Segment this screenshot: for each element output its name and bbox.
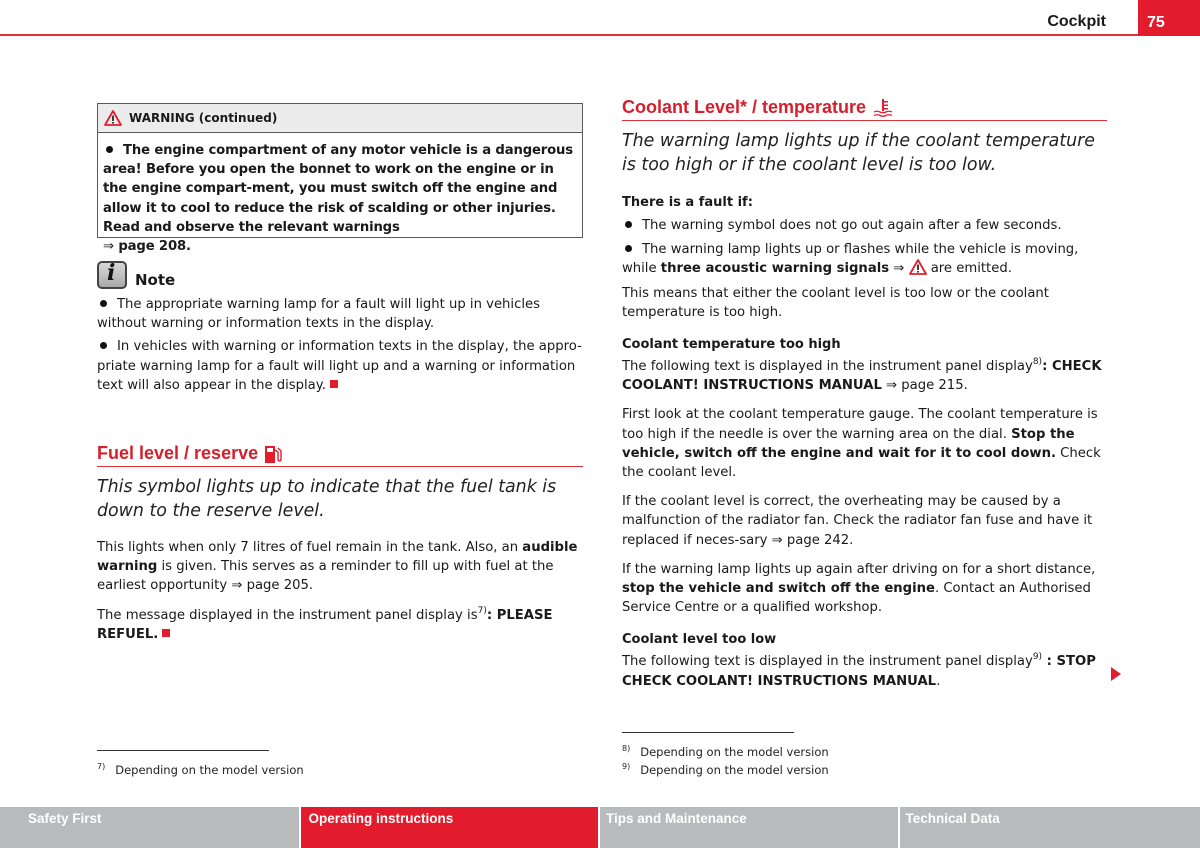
coolant-temperature-icon [873,99,893,117]
fault-item: The warning symbol does not go out again… [622,216,1107,235]
fuel-lead: This symbol lights up to indicate that t… [97,477,557,521]
warning-text: The engine compartment of any motor vehi… [103,143,573,235]
warning-header: WARNING (continued) [98,104,582,133]
bullet-icon [625,220,632,228]
footer-nav: Safety First Operating instructions Tips… [0,807,1200,848]
warning-box: WARNING (continued) The engine compartme… [97,103,583,254]
temp-high-heading: Coolant temperature too high [622,337,841,353]
temp-gauge-paragraph: First look at the coolant temperature ga… [622,407,1101,481]
level-low-heading: Coolant level too low [622,632,777,648]
footnote: 7) Depending on the model version [97,762,304,778]
arrow-icon: ⇒ [231,578,243,594]
note-item-text: The appropriate warning lamp for a fault… [97,297,540,332]
note-block: Note The appropriate warning lamp for a … [97,259,583,399]
note-list: The appropriate warning lamp for a fault… [97,295,583,395]
warning-triangle-icon[interactable] [908,259,927,276]
note-item: The appropriate warning lamp for a fault… [97,295,583,333]
fault-item: The warning lamp lights up or flashes wh… [622,242,1079,277]
temp-high-paragraph: The following text is displayed in the i… [622,357,1102,394]
note-item: In vehicles with warning or information … [97,337,583,395]
footnote-ref[interactable]: 9) [1033,652,1042,662]
bullet-icon [100,341,107,349]
end-of-section-icon [162,628,171,637]
header-rule [0,34,1200,36]
fault-list: The warning symbol does not go out again… [622,216,1107,279]
chapter-title: Cockpit [1047,13,1106,30]
fuel-section: Fuel level / reserve This symbol lights … [97,443,583,654]
page-reference-link[interactable]: page 208. [118,239,191,254]
lamp-again-paragraph: If the warning lamp lights up again afte… [622,561,1096,616]
coolant-means-paragraph: This means that either the coolant level… [622,285,1049,320]
warning-triangle-icon [104,110,122,126]
coolant-section: Coolant Level* / temperature The warning… [622,97,1107,691]
bullet-icon [625,244,632,252]
radiator-fan-paragraph: If the coolant level is correct, the ove… [622,494,1093,548]
end-of-section-icon [329,379,338,388]
page-reference-link[interactable]: page 242. [783,533,854,548]
footnote: 8) Depending on the model version [622,744,829,760]
page-reference-link[interactable]: page 215. [901,378,968,393]
footnote: 9) Depending on the model version [622,762,829,778]
note-title: Note [135,271,176,289]
page-number: 75 [1147,14,1165,31]
warning-title: WARNING (continued) [129,111,278,125]
tab-technical-data[interactable]: Technical Data [899,807,1200,848]
tab-operating-instructions[interactable]: Operating instructions [300,807,599,848]
note-item-text: In vehicles with warning or information … [97,339,582,393]
fuel-message-paragraph: The message displayed in the instrument … [97,605,553,642]
fuel-section-title: Fuel level / reserve [97,443,583,467]
fuel-paragraph: This lights when only 7 litres of fuel r… [97,540,578,594]
page-number-badge: 75 [1138,0,1200,36]
tab-safety-first[interactable]: Safety First [0,807,299,848]
tab-tips-and-maintenance[interactable]: Tips and Maintenance [600,807,898,848]
fault-heading: There is a fault if: [622,195,753,210]
bullet-icon [100,299,107,307]
warning-body: The engine compartment of any motor vehi… [98,133,582,256]
level-low-paragraph: The following text is displayed in the i… [622,652,1096,689]
footnote-rule-right [622,732,794,733]
arrow-icon: ⇒ [889,261,909,277]
arrow-icon: ⇒ [881,378,902,394]
coolant-lead: The warning lamp lights up if the coolan… [622,131,1096,175]
fuel-pump-icon [265,446,282,463]
coolant-section-title: Coolant Level* / temperature [622,97,1107,121]
footnote-ref[interactable]: 7) [478,606,487,616]
page-reference-link[interactable]: page 205. [242,578,314,593]
info-icon [97,260,127,289]
footnote-ref[interactable]: 8) [1033,357,1042,367]
footnote-rule-left [97,750,269,751]
continue-arrow-icon[interactable] [1111,667,1121,681]
arrow-icon: ⇒ [103,239,114,255]
bullet-icon [106,145,113,153]
arrow-icon: ⇒ [771,532,783,548]
fuel-title-text: Fuel level / reserve [97,443,259,463]
coolant-title-text: Coolant Level* / temperature [622,97,867,117]
